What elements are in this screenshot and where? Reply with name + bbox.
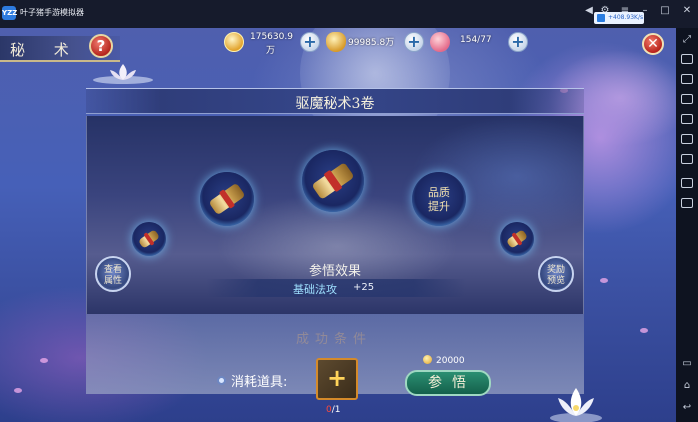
emulator-logo: YZZ <box>2 6 17 20</box>
reward-preview-line1: 奖励 <box>546 265 565 275</box>
secret-art-panel: 驱魔秘术3卷 品质 提升 参悟效果 基础法攻 +25 成功条件 <box>86 76 584 394</box>
panel-title: 驱魔秘术3卷 <box>295 96 375 112</box>
scroll-slot-right-small[interactable] <box>500 222 534 256</box>
close-window-icon[interactable]: ✕ <box>680 4 694 18</box>
scroll-slot-left-small[interactable] <box>132 222 166 256</box>
scroll-slot-center[interactable] <box>302 150 364 212</box>
camera-icon[interactable] <box>681 134 693 144</box>
comprehend-button[interactable]: 参悟 <box>405 370 491 396</box>
view-attributes-button[interactable]: 查看 属性 <box>95 256 131 292</box>
record-icon[interactable] <box>681 94 693 104</box>
quality-upgrade-line1: 品质 <box>428 186 450 199</box>
coin-icon <box>224 32 244 52</box>
scroll-icon <box>208 182 246 216</box>
screenshot-icon[interactable] <box>681 114 693 124</box>
lotus-decoration <box>550 388 602 422</box>
petal <box>14 388 22 393</box>
consume-label: 消耗道具: <box>231 375 288 390</box>
quality-upgrade-button[interactable]: 品质 提升 <box>412 172 466 226</box>
petal <box>40 358 48 363</box>
scroll-icon <box>311 162 355 200</box>
view-attributes-line1: 查看 <box>103 265 122 275</box>
gold-ingot-icon <box>326 32 346 52</box>
petal <box>600 278 608 283</box>
multi-window-icon[interactable] <box>681 74 693 84</box>
copper-unit: 万 <box>266 46 276 56</box>
comprehend-cost: 20000 <box>423 355 465 366</box>
peach-icon <box>430 32 450 52</box>
maximize-icon[interactable]: □ <box>658 4 672 18</box>
petal <box>640 328 648 333</box>
resource-stamina: 154/77 <box>430 32 510 52</box>
add-gold-button[interactable]: + <box>404 32 424 52</box>
reward-preview-line2: 预览 <box>546 276 565 286</box>
close-panel[interactable]: ✕ <box>630 32 670 58</box>
quality-upgrade-line2: 提升 <box>428 200 450 213</box>
back-icon[interactable]: ↩ <box>680 402 694 414</box>
emulator-title: 叶子猪手游模拟器 <box>20 8 84 17</box>
keyboard-icon[interactable] <box>681 54 693 64</box>
effect-label: 基础法攻 <box>293 283 337 296</box>
network-speed: +408.93K/s <box>594 12 644 24</box>
scroll-icon <box>505 229 529 249</box>
shake-icon[interactable] <box>681 154 693 164</box>
emulator-titlebar: YZZ 叶子猪手游模拟器 ◀ ⚙ ≡ – □ ✕ +408.93K/s <box>0 0 698 28</box>
coin-icon <box>423 355 432 364</box>
item-count-need: /1 <box>331 405 341 415</box>
game-viewport: 秘 术 ? 175630.9 万 + 99985.8万 + 154/77 + ✕… <box>0 28 676 422</box>
help-button[interactable]: ? <box>89 34 113 58</box>
effect-title: 参悟效果 <box>308 264 361 279</box>
fullscreen-icon[interactable]: ⤢ <box>680 34 694 46</box>
panel-header: 驱魔秘术3卷 <box>86 88 584 114</box>
recent-apps-icon[interactable]: ▭ <box>680 358 694 370</box>
more-icon[interactable] <box>681 198 693 208</box>
effect-value: +25 <box>353 282 375 293</box>
home-icon[interactable]: ⌂ <box>680 380 694 392</box>
close-icon[interactable]: ✕ <box>642 33 664 55</box>
add-stamina-button[interactable]: + <box>508 32 528 52</box>
add-copper-button[interactable]: + <box>300 32 320 52</box>
apk-install-icon[interactable] <box>681 178 693 188</box>
add-item-icon: + <box>327 364 348 392</box>
item-count: 0/1 <box>326 405 341 415</box>
faded-text: 成功条件 <box>296 332 373 347</box>
consume-item-slot[interactable]: + <box>316 358 358 400</box>
page-title: 秘 术 <box>10 41 81 59</box>
view-attributes-line2: 属性 <box>103 276 122 286</box>
cost-value: 20000 <box>436 356 465 366</box>
effect-row: 基础法攻 +25 <box>206 279 466 297</box>
reward-preview-button[interactable]: 奖励 预览 <box>538 256 574 292</box>
scroll-slot-left[interactable] <box>200 172 254 226</box>
scroll-icon <box>137 229 161 249</box>
copper-value: 175630.9 <box>250 32 293 42</box>
lotus-decoration <box>93 64 153 84</box>
stamina-value: 154/77 <box>460 35 492 45</box>
consume-info-icon <box>217 376 226 385</box>
emulator-toolbar: ⤢ ▭ ⌂ ↩ <box>676 28 698 422</box>
gold-value: 99985.8万 <box>348 38 395 48</box>
